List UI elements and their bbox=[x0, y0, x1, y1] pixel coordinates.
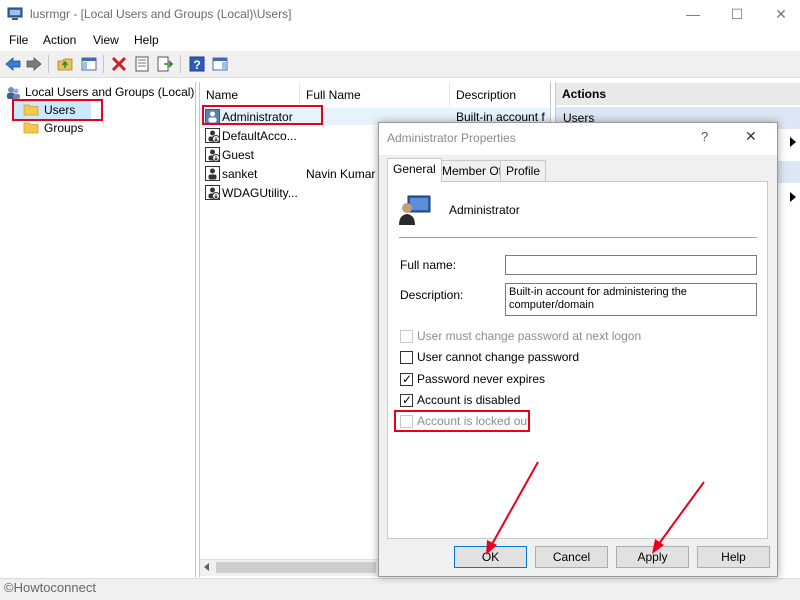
checkmark-icon: ✓ bbox=[402, 372, 413, 386]
user-full-name: Navin Kumar bbox=[306, 167, 376, 181]
help-icon[interactable]: ? bbox=[188, 55, 206, 73]
ok-button[interactable]: OK bbox=[454, 546, 527, 568]
actions-header: Actions bbox=[556, 83, 800, 105]
properties-icon[interactable] bbox=[133, 55, 151, 73]
checkmark-icon: ✓ bbox=[402, 393, 413, 407]
annotation-box-users bbox=[12, 99, 103, 121]
status-bar bbox=[0, 578, 800, 600]
tab-general[interactable]: General bbox=[387, 158, 442, 182]
account-disabled-checkbox[interactable]: ✓ bbox=[400, 393, 413, 407]
user-name[interactable]: Guest bbox=[222, 148, 254, 162]
annotation-box-administrator bbox=[202, 105, 323, 125]
user-name[interactable]: sanket bbox=[222, 167, 257, 181]
menu-action[interactable]: Action bbox=[43, 33, 76, 47]
annotation-box-locked-out bbox=[394, 410, 530, 432]
help-button[interactable]: Help bbox=[697, 546, 770, 568]
full-name-field[interactable] bbox=[505, 255, 757, 275]
password-never-expires-checkbox[interactable]: ✓ bbox=[400, 372, 413, 386]
apply-button[interactable]: Apply bbox=[616, 546, 689, 568]
user-account-icon bbox=[399, 195, 431, 225]
column-header-name[interactable]: Name bbox=[200, 83, 300, 107]
account-disabled-label[interactable]: Account is disabled bbox=[417, 393, 520, 407]
user-disabled-icon bbox=[205, 185, 220, 200]
column-header-full-name[interactable]: Full Name bbox=[300, 83, 450, 107]
must-change-password-label: User must change password at next logon bbox=[417, 329, 642, 343]
user-name[interactable]: DefaultAcco... bbox=[222, 129, 297, 143]
tree-root-label[interactable]: Local Users and Groups (Local) bbox=[25, 85, 194, 99]
close-button[interactable]: ✕ bbox=[758, 0, 800, 30]
tab-profile[interactable]: Profile bbox=[500, 160, 547, 181]
menu-help[interactable]: Help bbox=[134, 33, 159, 47]
cannot-change-password-label[interactable]: User cannot change password bbox=[417, 350, 579, 364]
user-icon bbox=[205, 166, 220, 181]
submenu-arrow-icon[interactable] bbox=[789, 192, 797, 202]
dialog-help-button[interactable]: ? bbox=[701, 129, 708, 144]
dialog-title: Administrator Properties bbox=[387, 131, 516, 145]
scrollbar-thumb[interactable] bbox=[216, 562, 376, 573]
user-disabled-icon bbox=[205, 128, 220, 143]
show-hide-tree-icon[interactable] bbox=[80, 55, 98, 73]
user-disabled-icon bbox=[205, 147, 220, 162]
cannot-change-password-checkbox[interactable] bbox=[400, 351, 413, 364]
computer-management-icon bbox=[7, 7, 23, 20]
menu-file[interactable]: File bbox=[9, 33, 28, 47]
full-name-label: Full name: bbox=[400, 258, 457, 272]
back-arrow-icon[interactable] bbox=[4, 55, 22, 73]
export-list-icon[interactable] bbox=[156, 55, 174, 73]
toolbar-separator bbox=[103, 55, 104, 73]
divider bbox=[399, 237, 757, 238]
scroll-left-icon[interactable] bbox=[202, 562, 212, 572]
maximize-button[interactable]: ☐ bbox=[714, 0, 760, 30]
toolbar-separator bbox=[48, 55, 49, 73]
window-title: lusrmgr - [Local Users and Groups (Local… bbox=[30, 7, 292, 21]
watermark: ©Howtoconnect bbox=[4, 580, 96, 595]
menu-view[interactable]: View bbox=[93, 33, 119, 47]
toolbar-separator bbox=[180, 55, 181, 73]
user-name[interactable]: WDAGUtility... bbox=[222, 186, 298, 200]
description-field[interactable]: Built-in account for administering the c… bbox=[505, 283, 757, 316]
dialog-close-button[interactable]: ✕ bbox=[745, 128, 757, 145]
cancel-button[interactable]: Cancel bbox=[535, 546, 608, 568]
show-action-pane-icon[interactable] bbox=[211, 55, 229, 73]
tab-member-of[interactable]: Member Of bbox=[436, 160, 509, 181]
tree-pane bbox=[0, 82, 196, 577]
minimize-button[interactable]: — bbox=[670, 0, 716, 30]
column-header-description[interactable]: Description bbox=[450, 83, 550, 107]
tree-item-groups[interactable]: Groups bbox=[44, 121, 83, 135]
svg-text:?: ? bbox=[193, 58, 200, 72]
delete-icon[interactable] bbox=[110, 55, 128, 73]
must-change-password-checkbox bbox=[400, 330, 413, 343]
menu-bar bbox=[0, 30, 800, 50]
submenu-arrow-icon[interactable] bbox=[789, 137, 797, 147]
forward-arrow-icon[interactable] bbox=[25, 55, 43, 73]
up-folder-icon[interactable] bbox=[56, 55, 74, 73]
dialog-user-name: Administrator bbox=[449, 203, 520, 217]
password-never-expires-label[interactable]: Password never expires bbox=[417, 372, 545, 386]
folder-icon bbox=[23, 122, 39, 134]
description-label: Description: bbox=[400, 288, 464, 302]
